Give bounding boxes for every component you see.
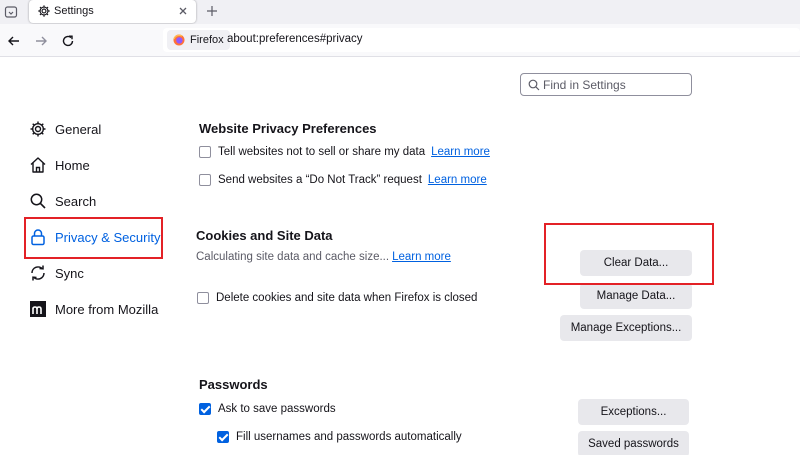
sidebar-item-home[interactable]: Home (29, 153, 90, 177)
sidebar-item-label: More from Mozilla (55, 301, 159, 317)
cookies-status-row: Calculating site data and cache size... … (196, 251, 451, 263)
close-icon[interactable] (176, 4, 190, 18)
sidebar-item-label: General (55, 121, 102, 137)
sidebar-item-label: Sync (55, 265, 84, 281)
cookies-status-text: Calculating site data and cache size... (196, 251, 390, 263)
sidebar-item-label: Privacy & Security (55, 229, 161, 245)
url-text[interactable]: about:preferences#privacy (227, 33, 363, 45)
autofill-passwords-label[interactable]: Fill usernames and passwords automatical… (236, 431, 462, 443)
find-in-settings[interactable] (520, 73, 692, 96)
ask-save-passwords-option: Ask to save passwords (199, 403, 336, 415)
tab-title: Settings (54, 5, 94, 17)
lock-icon (31, 229, 45, 246)
url-bar[interactable]: Firefox about:preferences#privacy (163, 28, 800, 52)
autofill-passwords-option: Fill usernames and passwords automatical… (217, 431, 462, 443)
tab-strip: Settings (0, 0, 800, 24)
manage-data-button[interactable]: Manage Data... (580, 283, 692, 309)
sidebar-item-general[interactable]: General (29, 117, 101, 141)
tab-overview-icon[interactable] (3, 4, 19, 20)
clear-data-button[interactable]: Clear Data... (580, 250, 692, 276)
search-input[interactable] (543, 76, 689, 94)
navigation-toolbar: Firefox about:preferences#privacy (0, 24, 800, 57)
mozilla-icon (30, 301, 46, 317)
dnt-option: Send websites a “Do Not Track” request L… (199, 174, 487, 186)
gpc-checkbox[interactable] (199, 146, 211, 158)
gear-icon (30, 121, 46, 137)
sidebar-item-label: Home (55, 157, 90, 173)
identity-box[interactable]: Firefox (167, 30, 230, 50)
sidebar-item-label: Search (55, 193, 97, 209)
saved-passwords-button[interactable]: Saved passwords (578, 431, 689, 455)
sync-icon (31, 265, 45, 281)
plus-icon[interactable] (205, 4, 219, 18)
cookies-heading: Cookies and Site Data (196, 228, 333, 243)
search-icon (528, 79, 540, 91)
delete-cookies-option: Delete cookies and site data when Firefo… (197, 292, 477, 304)
manage-exceptions-button[interactable]: Manage Exceptions... (560, 315, 692, 341)
autofill-passwords-checkbox[interactable] (217, 431, 229, 443)
firefox-logo-icon (173, 34, 185, 46)
sidebar-item-search[interactable]: Search (29, 189, 96, 213)
search-icon (30, 193, 46, 209)
delete-cookies-checkbox[interactable] (197, 292, 209, 304)
tab-settings[interactable]: Settings (29, 0, 196, 23)
ask-save-passwords-label[interactable]: Ask to save passwords (218, 403, 336, 415)
gear-icon (38, 5, 50, 17)
home-icon (30, 157, 46, 173)
sidebar-item-more-from-mozilla[interactable]: More from Mozilla (29, 297, 158, 321)
dnt-checkbox[interactable] (199, 174, 211, 186)
website-privacy-heading: Website Privacy Preferences (199, 121, 377, 136)
dnt-label[interactable]: Send websites a “Do Not Track” request (218, 174, 422, 186)
ask-save-passwords-checkbox[interactable] (199, 403, 211, 415)
delete-cookies-label[interactable]: Delete cookies and site data when Firefo… (216, 292, 477, 304)
passwords-heading: Passwords (199, 377, 268, 392)
cookies-learn-more-link[interactable]: Learn more (392, 251, 451, 263)
password-exceptions-button[interactable]: Exceptions... (578, 399, 689, 425)
gpc-option: Tell websites not to sell or share my da… (199, 146, 490, 158)
back-arrow-icon[interactable] (7, 34, 21, 48)
gpc-label[interactable]: Tell websites not to sell or share my da… (218, 146, 425, 158)
sidebar-item-privacy-security[interactable]: Privacy & Security (29, 225, 160, 249)
sidebar-item-sync[interactable]: Sync (29, 261, 84, 285)
dnt-learn-more-link[interactable]: Learn more (428, 174, 487, 186)
identity-label: Firefox (190, 34, 224, 46)
reload-icon[interactable] (61, 34, 75, 48)
gpc-learn-more-link[interactable]: Learn more (431, 146, 490, 158)
forward-arrow-icon[interactable] (34, 34, 48, 48)
